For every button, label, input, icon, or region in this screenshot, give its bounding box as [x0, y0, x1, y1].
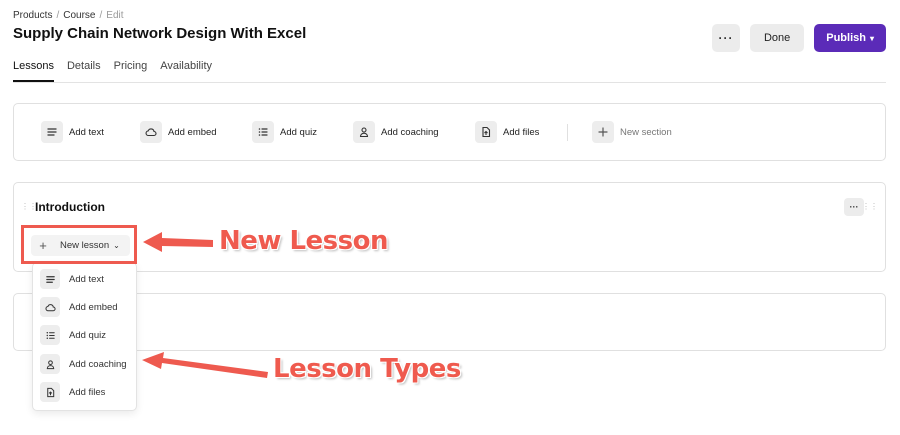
annotation-lesson-types: Lesson Types — [273, 354, 461, 384]
tab-availability[interactable]: Availability — [160, 60, 212, 82]
add-embed-label: Add embed — [168, 126, 217, 138]
list-icon — [252, 121, 274, 143]
menu-item-label: Add quiz — [69, 329, 106, 341]
text-lines-icon — [40, 269, 60, 289]
breadcrumb-separator: / — [56, 10, 60, 21]
breadcrumb-separator: / — [99, 10, 103, 21]
file-upload-icon — [475, 121, 497, 143]
header-actions: ··· Done Publish ▾ — [711, 24, 886, 52]
add-text-button[interactable]: Add text — [41, 121, 104, 143]
add-quiz-button[interactable]: Add quiz — [252, 121, 317, 143]
menu-item-add-text[interactable]: Add text — [40, 269, 104, 289]
cloud-icon — [140, 121, 162, 143]
lesson-type-menu: Add text Add embed Add quiz Add coaching… — [32, 262, 137, 411]
add-quiz-label: Add quiz — [280, 126, 317, 138]
menu-item-add-files[interactable]: Add files — [40, 382, 105, 402]
menu-item-add-coaching[interactable]: Add coaching — [40, 354, 127, 374]
tab-pricing[interactable]: Pricing — [114, 60, 148, 82]
add-embed-button[interactable]: Add embed — [140, 121, 217, 143]
add-files-button[interactable]: Add files — [475, 121, 539, 143]
section-card-introduction: ⋮⋮ Introduction ··· ⋮⋮ — [13, 182, 886, 272]
new-section-button[interactable]: New section — [592, 121, 672, 143]
add-text-label: Add text — [69, 126, 104, 138]
text-lines-icon — [41, 121, 63, 143]
section-card — [13, 293, 886, 351]
publish-button[interactable]: Publish ▾ — [814, 24, 886, 52]
add-coaching-label: Add coaching — [381, 126, 439, 138]
tabs-divider — [13, 82, 886, 83]
menu-item-add-embed[interactable]: Add embed — [40, 297, 118, 317]
annotation-new-lesson: New Lesson — [219, 226, 389, 256]
tab-lessons[interactable]: Lessons — [13, 60, 54, 82]
new-section-label: New section — [620, 126, 672, 138]
file-upload-icon — [40, 382, 60, 402]
add-coaching-button[interactable]: Add coaching — [353, 121, 439, 143]
breadcrumb-products[interactable]: Products — [13, 10, 52, 21]
breadcrumb-course[interactable]: Course — [63, 10, 95, 21]
menu-item-label: Add coaching — [69, 358, 127, 370]
done-button[interactable]: Done — [749, 24, 805, 52]
annotation-arrow-lesson-types — [142, 352, 268, 378]
drag-handle-icon[interactable]: ⋮⋮ — [862, 203, 878, 211]
cloud-icon — [40, 297, 60, 317]
more-options-button[interactable]: ··· — [711, 24, 740, 52]
chevron-down-icon: ▾ — [869, 33, 874, 43]
person-icon — [353, 121, 375, 143]
menu-item-label: Add files — [69, 386, 106, 398]
tab-details[interactable]: Details — [67, 60, 101, 82]
publish-label: Publish — [826, 32, 866, 44]
add-files-label: Add files — [503, 126, 540, 138]
add-content-toolbar: Add text Add embed Add quiz Add coaching… — [13, 103, 886, 161]
page-title: Supply Chain Network Design With Excel — [13, 25, 307, 42]
menu-item-label: Add embed — [69, 301, 118, 313]
list-icon — [40, 325, 60, 345]
plus-icon — [592, 121, 614, 143]
person-icon — [40, 354, 60, 374]
breadcrumb: Products / Course / Edit — [13, 10, 124, 21]
menu-item-label: Add text — [69, 273, 104, 285]
menu-item-add-quiz[interactable]: Add quiz — [40, 325, 106, 345]
annotation-highlight-box — [21, 225, 137, 264]
toolbar-divider — [567, 124, 568, 141]
section-more-button[interactable]: ··· — [844, 198, 864, 216]
section-title: Introduction — [35, 200, 105, 214]
tab-bar: Lessons Details Pricing Availability — [13, 60, 212, 82]
breadcrumb-current: Edit — [106, 10, 124, 21]
